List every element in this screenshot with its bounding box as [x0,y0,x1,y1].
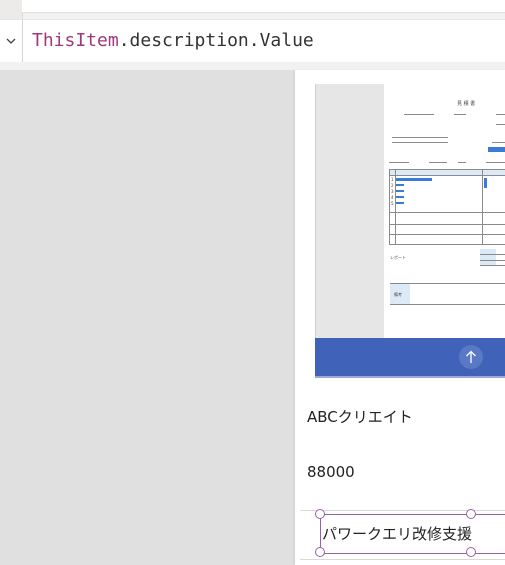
doc-highlight [488,147,505,152]
doc-highlight [396,184,404,186]
doc-rule [389,175,505,176]
doc-rule [404,114,434,115]
top-strip [0,0,505,19]
doc-footer-label: レポート [390,255,406,260]
doc-rule [392,142,448,143]
doc-rule [389,212,505,213]
doc-row-number: 1 [391,177,394,182]
doc-highlight [484,178,487,188]
formula-input[interactable]: ThisItem.description.Value [32,20,314,62]
doc-rule [429,162,447,163]
doc-row-number: 5 [391,201,394,206]
formula-property-path: .description.Value [118,30,314,51]
resize-handle-top-left[interactable] [315,509,325,519]
doc-rule [390,304,505,305]
doc-rule [389,169,390,244]
doc-title: 見 積 書 [457,101,476,107]
doc-row-number: 2 [391,183,394,188]
upload-bar-divider [315,376,505,378]
top-strip-field [22,0,505,13]
document-sheet: 見 積 書 レポート 備考 1 2 3 4 5 [384,84,505,338]
doc-rule [492,142,505,143]
doc-rule [390,283,505,284]
doc-highlight [396,178,432,181]
resize-handle-bottom-left[interactable] [315,547,325,557]
doc-rule [496,124,505,125]
formula-keyword: ThisItem [32,30,119,51]
doc-rule [389,224,505,225]
company-name-label[interactable]: ABCクリエイト [307,406,413,427]
resize-handle-bottom-center[interactable] [466,547,476,557]
toolbar-gap [0,62,505,70]
description-text: パワークエリ改修支援 [322,525,473,543]
doc-rule [389,234,505,235]
doc-rule [480,254,505,255]
doc-row-number: 4 [391,195,394,200]
document-preview-image[interactable]: 見 積 書 レポート 備考 1 2 3 4 5 [315,84,505,338]
doc-rule [486,162,505,163]
doc-rule [482,169,483,244]
doc-highlight [396,202,404,204]
doc-totals-box [480,249,496,265]
amount-label[interactable]: 88000 [307,463,355,481]
doc-rule [496,114,505,115]
doc-row-number: 3 [391,189,394,194]
doc-rule [389,169,505,170]
doc-rule [389,162,409,163]
doc-rule [389,244,505,245]
top-strip-left [0,0,23,19]
doc-highlight [396,196,404,198]
doc-rule [454,114,466,115]
resize-handle-top-center[interactable] [466,509,476,519]
doc-rule [395,169,396,244]
doc-rule [480,260,505,261]
doc-remarks-label: 備考 [394,292,402,297]
formula-bar[interactable]: ThisItem.description.Value [0,19,505,63]
doc-highlight [396,190,404,192]
arrow-up-icon[interactable] [459,345,483,369]
doc-rule [392,137,448,138]
chevron-down-icon[interactable] [0,20,23,62]
doc-rule [458,162,466,163]
doc-rule [480,265,505,266]
